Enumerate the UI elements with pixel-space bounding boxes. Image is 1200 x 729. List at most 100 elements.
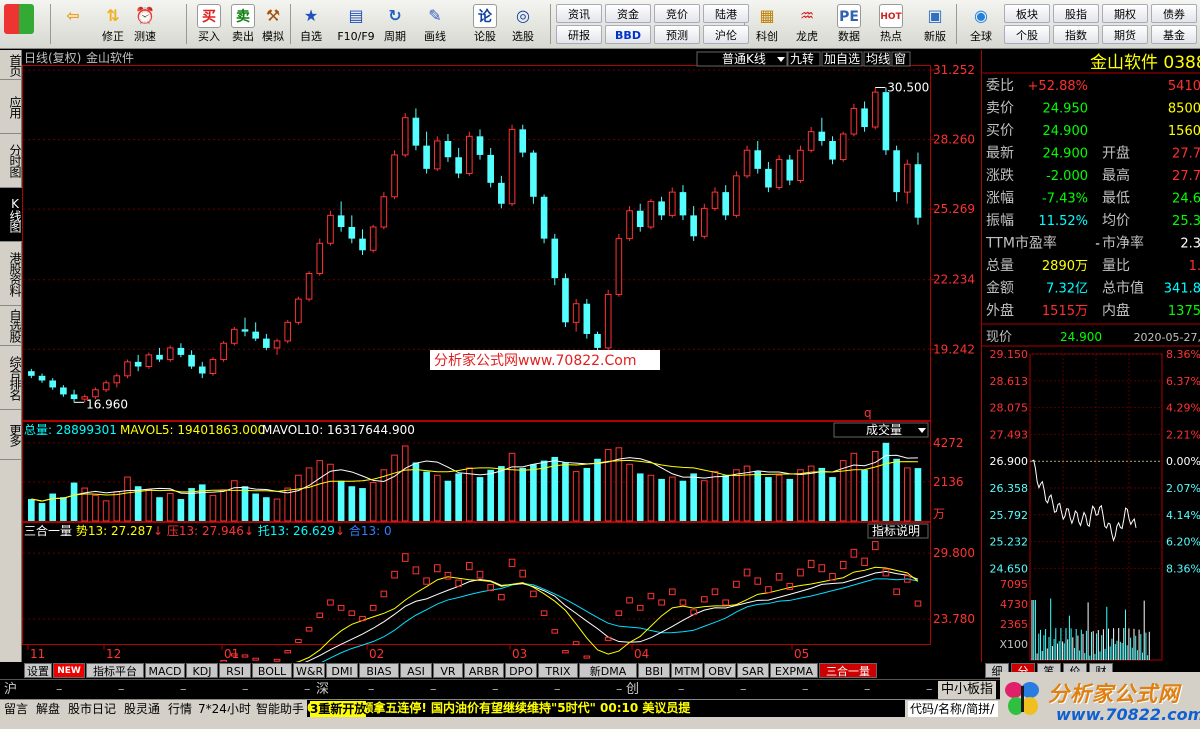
indicator-tab-EXPMA-20[interactable]: EXPMA [770,663,818,678]
now-price-label: 现价 [986,330,1012,345]
toolbar-market-3[interactable]: 债券 [1151,4,1197,23]
kline-chart-area[interactable]: 日线(复权) 金山软件 普通K线 九转 加自选 均线窗 31.252 28.260 25.269… [22,50,980,662]
status-reopen[interactable]: 3重新开放 [310,701,367,717]
toolbar-button-clock[interactable]: ⏰ 测速 [128,2,162,47]
toolbar-grid-7[interactable]: 沪伦 [703,25,749,44]
indicator-tab-ASI-10[interactable]: ASI [400,663,432,678]
status-item-1[interactable]: 解盘 [36,701,60,717]
left-tab-1[interactable]: 应用 [0,80,22,134]
indicator-tab-ARBR-12[interactable]: ARBR [464,663,504,678]
toolbar-market-5[interactable]: 指数 [1053,25,1099,44]
kline-type-label[interactable]: 普通K线 [722,52,766,66]
left-tab-5[interactable]: 自选股 [0,306,22,346]
toolbar-button-buy[interactable]: 买买入 [192,2,226,47]
indicator-tab-KDJ-4[interactable]: KDJ [186,663,218,678]
toolbar-button-sell[interactable]: 卖卖出 [226,2,260,47]
indicator-tab-TRIX-14[interactable]: TRIX [538,663,578,678]
indicator-tab-DMI-8[interactable]: DMI [326,663,358,678]
index-item-1[interactable]: 深 [316,681,329,699]
index-item-0[interactable]: 沪 [4,681,17,699]
toolbar-button-label: 画线 [424,30,446,43]
toolbar-button-kechuang[interactable]: ▦ 科创 [750,2,784,47]
code-search-input[interactable]: 代码/名称/简拼/ [908,701,998,717]
toolbar-market-4[interactable]: 个股 [1004,25,1050,44]
chart-header-button-label[interactable]: 九转 [790,51,814,66]
toolbar-grid-1[interactable]: 资金 [605,4,651,23]
status-item-5[interactable]: 7*24小时 [198,701,251,717]
toolbar-grid-5[interactable]: BBD [605,25,651,44]
toolbar-market-7[interactable]: 基金 [1151,25,1197,44]
toolbar-grid-4[interactable]: 研报 [556,25,602,44]
toolbar-grid-2[interactable]: 竞价 [654,4,700,23]
indicator-tab-WR-7[interactable]: W&R [293,663,325,678]
status-item-6[interactable]: 智能助手 [256,701,304,717]
toolbar-button-up-down[interactable]: ⇅ 修正 [96,2,130,47]
volume-bar-down [252,493,259,521]
index-item-2[interactable]: 创 [626,681,639,699]
candle-up [701,207,708,237]
volume-bar-down [70,482,78,521]
indicator-tab-BBI-16[interactable]: BBI [638,663,670,678]
volume-bar-down [476,477,484,521]
toolbar-market-6[interactable]: 期货 [1102,25,1148,44]
index-item-3[interactable]: 中小板指 [938,681,997,699]
toolbar-grid-6[interactable]: 预测 [654,25,700,44]
indicator-tab-BIAS-9[interactable]: BIAS [359,663,399,678]
toolbar-button-select-stock[interactable]: ◎ 选股 [506,2,540,47]
mini-volume-label: 4730 [1000,598,1028,611]
toolbar-button-label: 论股 [474,30,496,43]
status-item-3[interactable]: 股灵通 [124,701,160,717]
indicator-tab-OBV-18[interactable]: OBV [704,663,736,678]
status-item-2[interactable]: 股市日记 [68,701,116,717]
toolbar-button-period[interactable]: ↻ 周期 [378,2,412,47]
toolbar-button-back-arrow[interactable]: ⇦ [56,2,90,47]
left-tab-0[interactable]: 首页 [0,50,22,80]
indicator-tab--2[interactable]: 指标平台 [86,663,144,678]
toolbar-button-star[interactable]: ★ 自选 [294,2,328,47]
indicator-tab-VR-11[interactable]: VR [433,663,463,678]
left-tab-2[interactable]: 分时图 [0,134,22,188]
indicator-tab--21[interactable]: 三合一量 [819,663,877,678]
indicator-tab--0[interactable]: 设置 [24,663,52,678]
indicator-tab-NEW-1[interactable]: NEW [53,663,85,678]
toolbar-button-f10[interactable]: ▤ F10/F9 [336,2,376,47]
indicator-tab-MTM-17[interactable]: MTM [671,663,703,678]
status-item-4[interactable]: 行情 [168,701,192,717]
toolbar-button-hammer[interactable]: ⚒ 模拟 [256,2,290,47]
candle-up [433,140,441,170]
indicator-tab-DMA-15[interactable]: 新DMA [579,663,637,678]
toolbar-market-2[interactable]: 期权 [1102,4,1148,23]
chart-header-button-label[interactable]: 均线 [866,52,890,66]
volume-bar-up [508,452,516,522]
indicator-tab-BOLL-6[interactable]: BOLL [252,663,292,678]
indicator-tab-SAR-19[interactable]: SAR [737,663,769,678]
chart-header-button-label[interactable]: 窗 [894,52,906,66]
toolbar-button-new-version[interactable]: ▣ 新版 [918,2,952,47]
toolbar-button-app-logo[interactable] [2,2,36,47]
left-tab-4[interactable]: 港股资料 [0,242,22,306]
status-item-0[interactable]: 留言 [4,701,28,717]
quote-value-1: 24.950 [1043,102,1089,117]
hammer-icon: ⚒ [265,6,281,25]
left-tab-3[interactable]: K线图 [0,188,22,242]
left-tab-7[interactable]: 更多 [0,410,22,460]
indicator-help-label[interactable]: 指标说明 [872,523,920,538]
toolbar-button-data[interactable]: PE 数据 [832,2,866,47]
toolbar-grid-3[interactable]: 陆港 [703,4,749,23]
toolbar-market-1[interactable]: 股指 [1053,4,1099,23]
indicator-tab-MACD-3[interactable]: MACD [145,663,185,678]
toolbar-grid-0[interactable]: 资讯 [556,4,602,23]
toolbar-button-dragon-tiger[interactable]: ♒ 龙虎 [790,2,824,47]
indicator-tab-RSI-5[interactable]: RSI [219,663,251,678]
left-tab-6[interactable]: 综合排名 [0,346,22,410]
volume-dropdown-label[interactable]: 成交量 [866,422,902,437]
toolbar-button-globe[interactable]: ◉ 全球 [964,2,998,47]
toolbar-button-pencil[interactable]: ✎ 画线 [418,2,452,47]
indicator-tab-DPO-13[interactable]: DPO [505,663,537,678]
toolbar-button-discuss[interactable]: 论论股 [468,2,502,47]
kline-chart-svg[interactable]: 日线(复权) 金山软件 普通K线 九转 加自选 均线 窗 31.252 28.260 25.269… [22,50,980,662]
news-ticker[interactable]: 00:30 大额拿五连停! 国内油价有望继续维持"5时代" 00:10 美议员提 [307,700,905,717]
toolbar-market-0[interactable]: 板块 [1004,4,1050,23]
toolbar-button-hot[interactable]: HOT 热点 [874,2,908,47]
chart-header-button-label[interactable]: 加自选 [824,52,860,66]
